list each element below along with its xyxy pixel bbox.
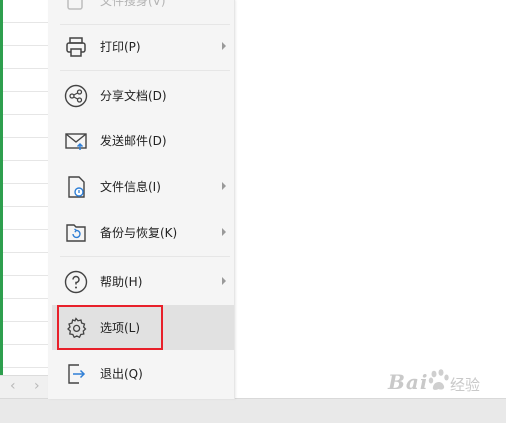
menu-item-backup-restore[interactable]: 备份与恢复(K) bbox=[52, 210, 234, 255]
submenu-arrow-icon bbox=[222, 276, 226, 285]
backup-restore-icon bbox=[62, 219, 90, 247]
help-icon bbox=[62, 268, 90, 296]
menu-item-label: 文件搜身(V) bbox=[100, 0, 166, 8]
menu-item-send-email[interactable]: 发送邮件(D) bbox=[52, 118, 234, 163]
baidu-watermark: Bai 经验 bbox=[388, 368, 504, 398]
menu-item-print[interactable]: 打印(P) bbox=[52, 24, 234, 69]
status-bar bbox=[0, 398, 506, 423]
menu-item-label: 发送邮件(D) bbox=[100, 134, 167, 148]
printer-icon bbox=[62, 33, 90, 61]
spreadsheet-grid bbox=[0, 0, 49, 375]
sheet-tab-nav: ‹ › bbox=[0, 375, 48, 398]
menu-item-label: 分享文档(D) bbox=[100, 89, 167, 103]
share-icon bbox=[62, 82, 90, 110]
menu-divider bbox=[60, 70, 230, 71]
menu-item-label: 打印(P) bbox=[100, 40, 141, 54]
menu-item-label: 帮助(H) bbox=[100, 275, 143, 289]
menu-item-help[interactable]: 帮助(H) bbox=[52, 259, 234, 304]
file-info-icon bbox=[62, 173, 90, 201]
menu-item-label: 退出(Q) bbox=[100, 367, 143, 381]
menu-item-exit[interactable]: 退出(Q) bbox=[52, 351, 234, 396]
menu-divider bbox=[60, 256, 230, 257]
chevron-right-icon[interactable]: › bbox=[34, 378, 40, 394]
submenu-arrow-icon bbox=[222, 227, 226, 236]
menu-item-label: 文件信息(I) bbox=[100, 180, 161, 194]
exit-icon bbox=[62, 360, 90, 388]
paw-logo-icon bbox=[428, 369, 449, 390]
selection-border bbox=[0, 0, 3, 375]
highlight-annotation bbox=[57, 305, 163, 350]
menu-item-file-search[interactable]: 文件搜身(V) bbox=[52, 0, 234, 23]
submenu-arrow-icon bbox=[222, 41, 226, 50]
menu-item-share-document[interactable]: 分享文档(D) bbox=[52, 73, 234, 118]
watermark-subtext: 经验 bbox=[450, 376, 481, 394]
submenu-arrow-icon bbox=[222, 181, 226, 190]
menu-item-label: 备份与恢复(K) bbox=[100, 226, 178, 240]
file-search-icon bbox=[62, 0, 90, 15]
mail-icon bbox=[62, 127, 90, 155]
menu-item-file-info[interactable]: 文件信息(I) bbox=[52, 164, 234, 209]
chevron-left-icon[interactable]: ‹ bbox=[10, 378, 16, 394]
watermark-text: Bai bbox=[388, 370, 429, 394]
